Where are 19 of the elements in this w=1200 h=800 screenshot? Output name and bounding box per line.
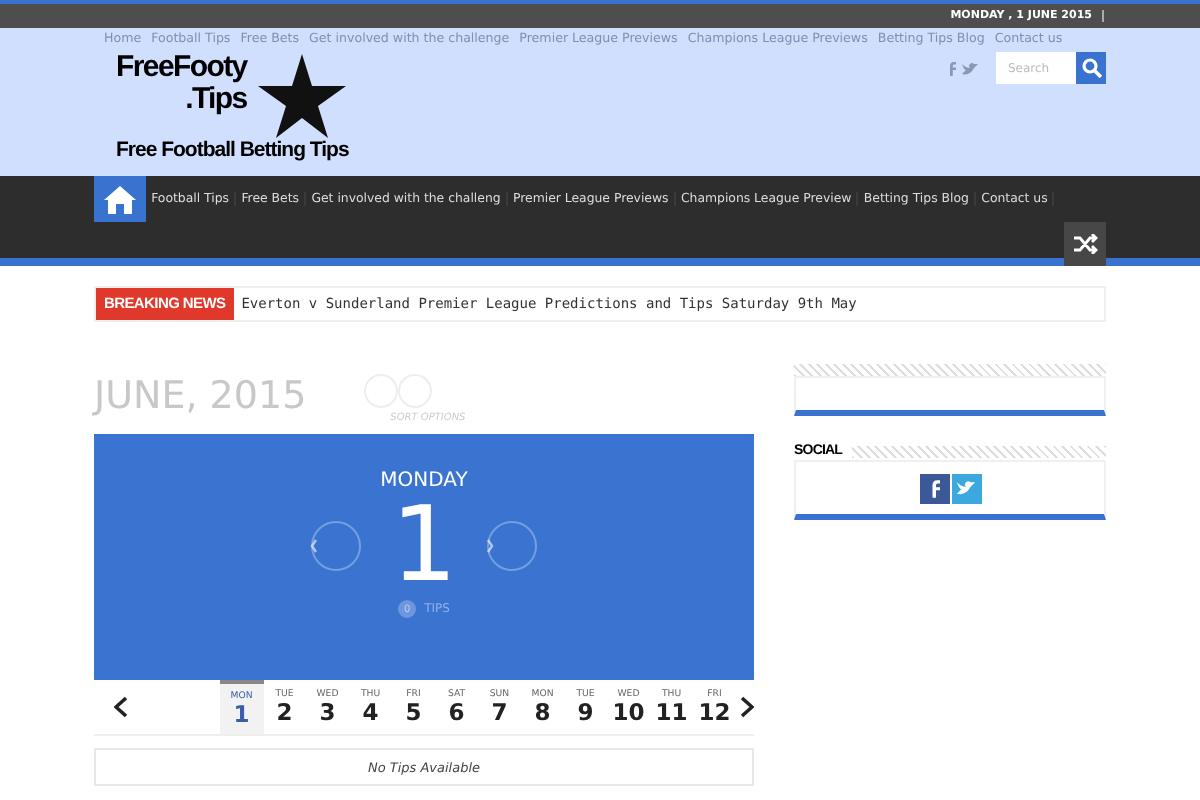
twitter-icon[interactable] <box>962 61 978 75</box>
previous-day-button[interactable] <box>310 520 363 572</box>
logo-text: FreeFooty <box>116 52 247 84</box>
facebook-icon <box>929 479 939 497</box>
star-icon <box>258 54 347 138</box>
search-button[interactable] <box>1076 52 1106 84</box>
shuffle-icon <box>1073 234 1097 254</box>
facebook-button[interactable] <box>919 473 949 503</box>
day-number: 1 <box>390 492 458 600</box>
home-button[interactable] <box>94 176 146 222</box>
next-day-button[interactable] <box>485 520 538 572</box>
shuffle-button[interactable] <box>1064 222 1106 266</box>
bird-icon <box>956 480 976 496</box>
logo-text: .Tips <box>185 84 247 116</box>
facebook-icon[interactable] <box>948 61 956 75</box>
home-icon <box>104 185 136 213</box>
logo-tagline: Free Football Betting Tips <box>116 138 349 162</box>
search-icon <box>1081 58 1101 78</box>
weekday-text: MONDAY <box>380 470 468 492</box>
